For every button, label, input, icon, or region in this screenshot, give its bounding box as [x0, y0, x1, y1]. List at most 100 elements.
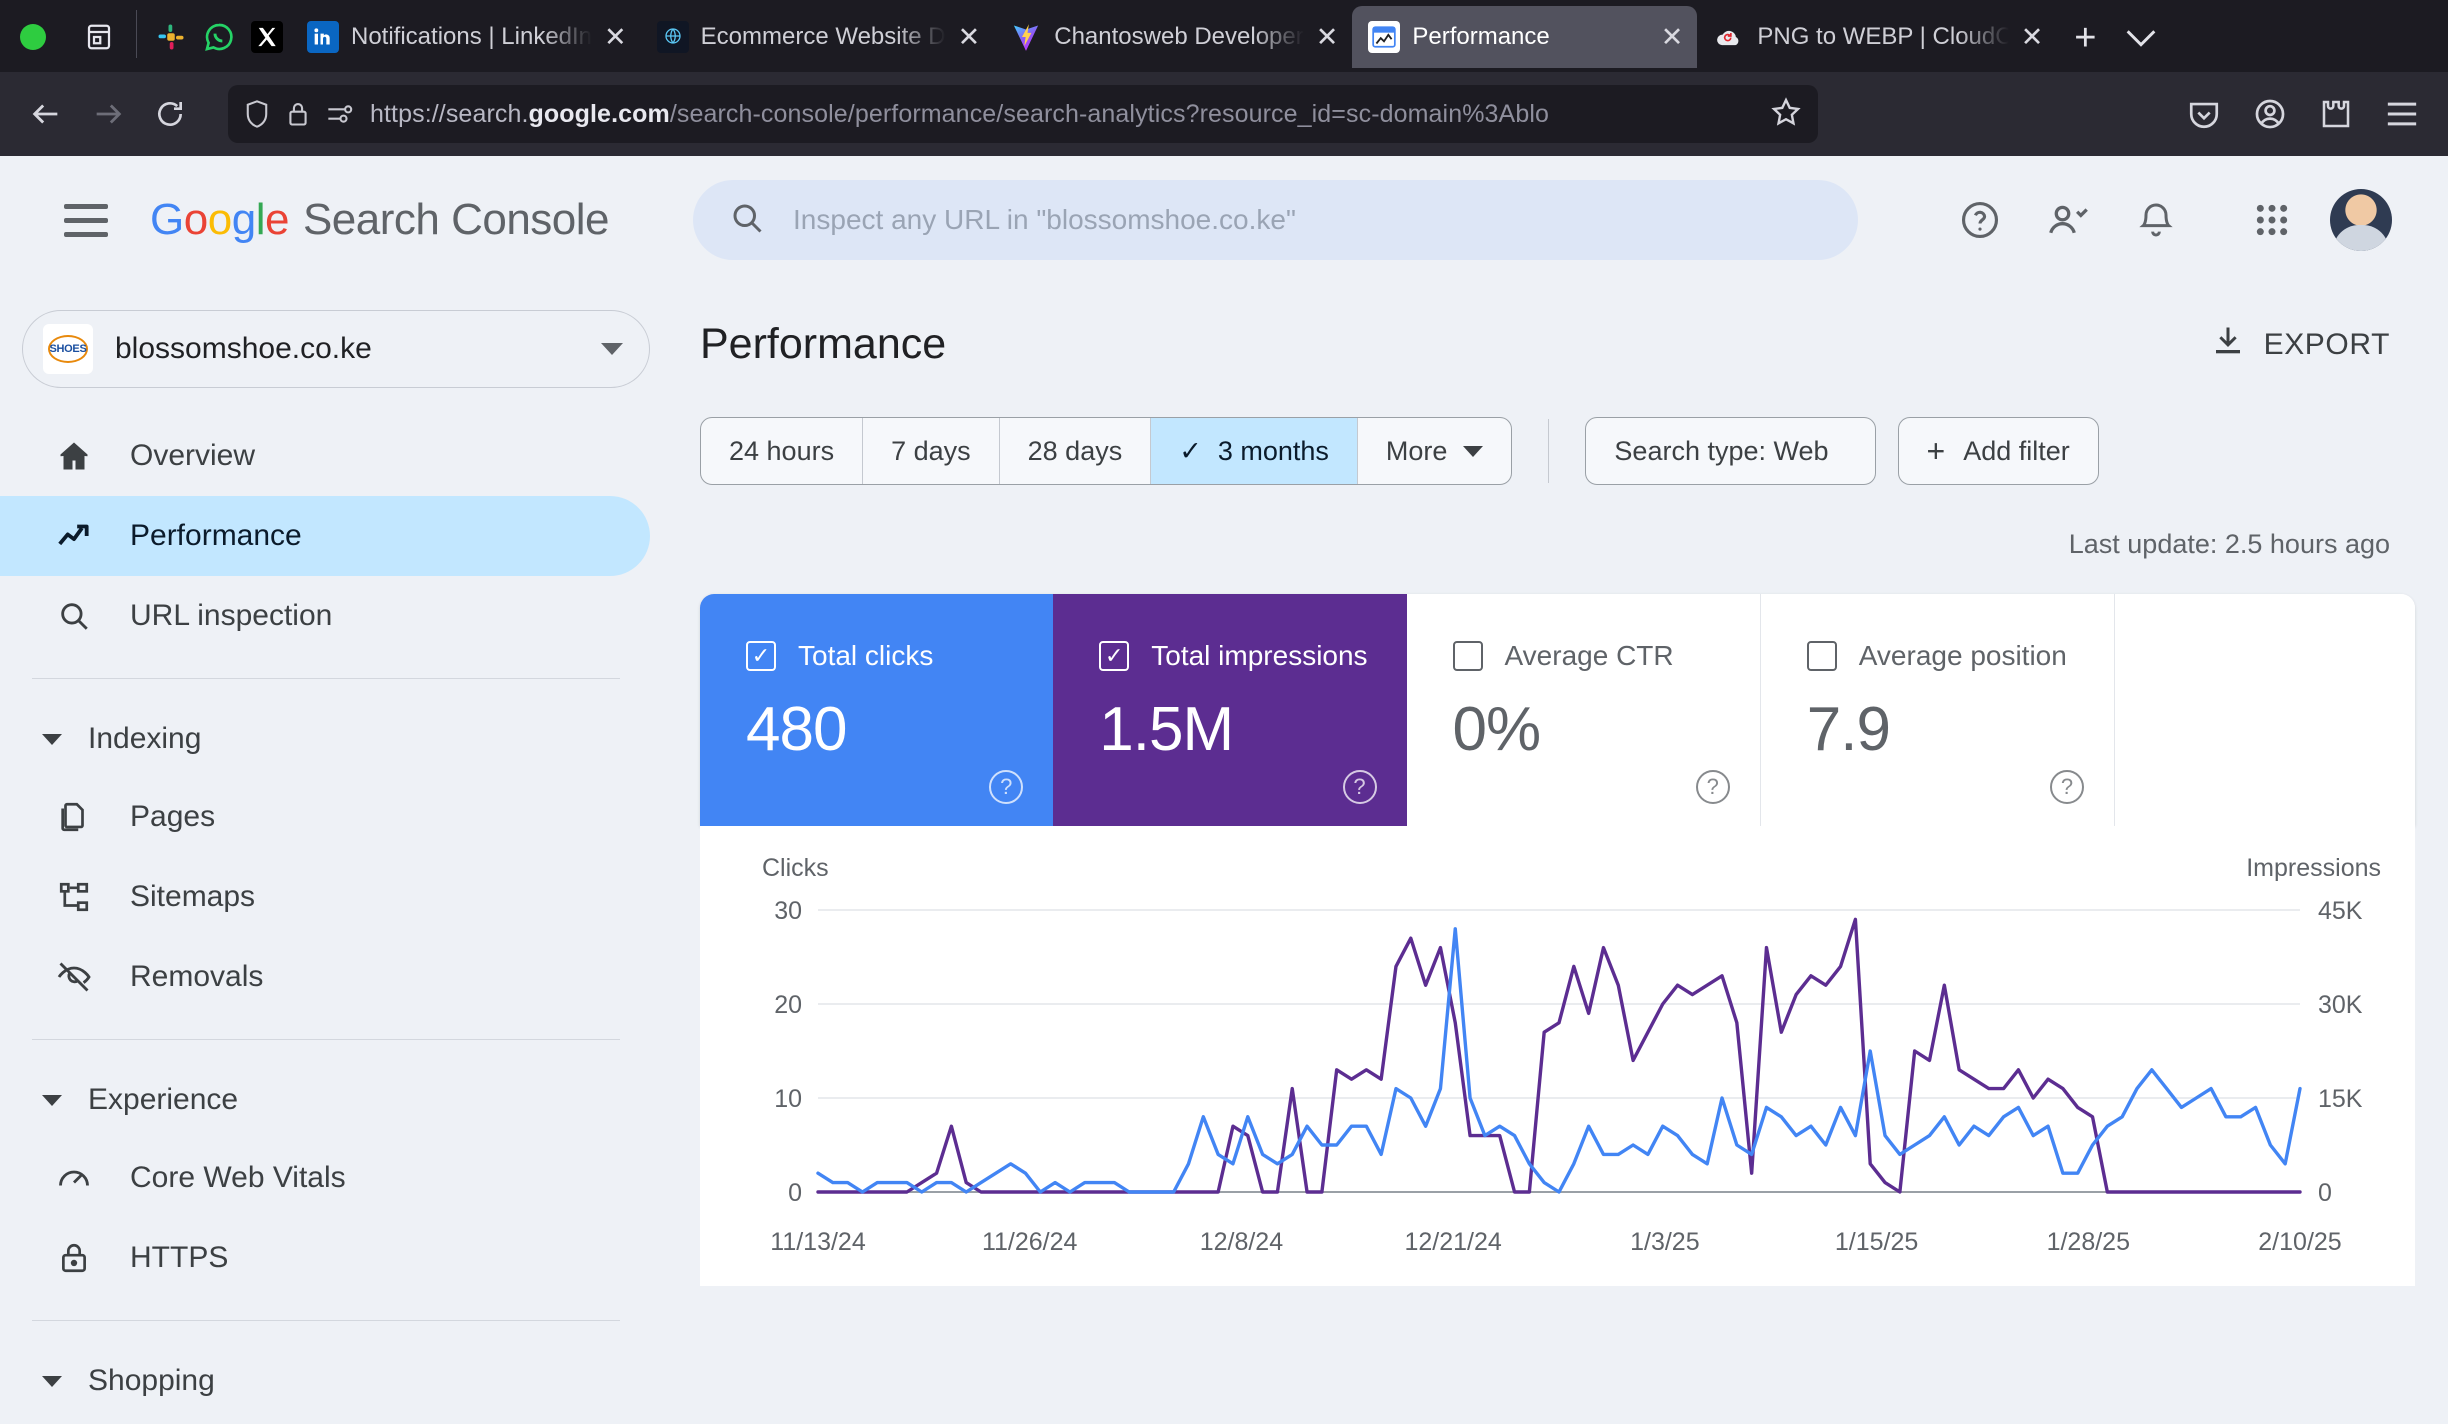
property-selector[interactable]: SHOES blossomshoe.co.ke [22, 310, 650, 388]
contacts-icon[interactable] [2038, 190, 2098, 250]
checkbox-checked-icon[interactable]: ✓ [746, 641, 776, 671]
chevron-down-icon[interactable] [2113, 10, 2169, 66]
back-arrow-icon[interactable] [18, 86, 74, 142]
triangle-down-icon [42, 1375, 62, 1387]
triangle-down-icon [42, 1094, 62, 1106]
performance-chart[interactable]: Clicks Impressions 0 10 20 30 0 15K 30K 45K 11/1… [700, 826, 2415, 1286]
svg-text:20: 20 [774, 991, 802, 1019]
property-logo-text: SHOES [49, 343, 87, 355]
tab-title: PNG to WEBP | CloudC [1757, 23, 2009, 50]
chip-24-hours[interactable]: 24 hours [701, 418, 864, 484]
tab-title: Notifications | LinkedIn [351, 23, 593, 50]
new-tab-button[interactable]: + [2057, 10, 2113, 66]
navigation-toolbar: https://search.google.com/search-console… [0, 72, 2448, 156]
tab-slack[interactable] [147, 6, 195, 68]
sidebar-item-removals[interactable]: Removals [0, 937, 672, 1017]
account-icon[interactable] [2242, 86, 2298, 142]
url-inspect-input[interactable]: Inspect any URL in "blossomshoe.co.ke" [693, 180, 1859, 260]
menu-hamburger-icon[interactable] [56, 190, 116, 250]
permissions-icon[interactable] [326, 102, 354, 126]
url-prefix: https://search. [370, 99, 529, 128]
chip-28-days[interactable]: 28 days [1000, 418, 1152, 484]
metric-card-average-ctr[interactable]: Average CTR 0% ? [1406, 594, 1761, 826]
firefox-view-icon[interactable] [72, 10, 126, 64]
header-actions [1950, 189, 2414, 251]
shield-icon[interactable] [244, 99, 270, 129]
whatsapp-icon [203, 21, 235, 53]
google-search-console-logo: Google Search Console [150, 195, 610, 245]
lock-icon[interactable] [286, 100, 310, 128]
chip-more[interactable]: More [1358, 418, 1512, 484]
svg-text:0: 0 [788, 1179, 802, 1207]
eye-off-icon [52, 959, 96, 995]
close-icon[interactable]: ✕ [1661, 23, 1684, 51]
close-icon[interactable]: ✕ [2021, 23, 2044, 51]
add-filter-button[interactable]: + Add filter [1897, 417, 2099, 485]
google-apps-grid-icon[interactable] [2242, 190, 2302, 250]
tab-ecommerce[interactable]: Ecommerce Website D ✕ [641, 6, 995, 68]
search-console-icon [1368, 21, 1401, 53]
metric-card-total-impressions[interactable]: ✓ Total impressions 1.5M ? [1053, 594, 1407, 826]
help-icon[interactable] [1950, 190, 2010, 250]
tab-cloudconvert[interactable]: PNG to WEBP | CloudC ✕ [1697, 6, 2057, 68]
help-icon[interactable]: ? [1342, 770, 1377, 804]
help-icon[interactable]: ? [989, 770, 1024, 804]
sidebar-item-overview[interactable]: Overview [0, 416, 672, 496]
extensions-icon[interactable] [2308, 86, 2364, 142]
chip-3-months[interactable]: ✓ 3 months [1151, 418, 1358, 484]
sidebar-item-label: Pages [130, 800, 216, 833]
sidebar-item-url-inspection[interactable]: URL inspection [0, 576, 672, 656]
export-button[interactable]: EXPORT [2210, 323, 2390, 367]
app-menu-icon[interactable] [2374, 86, 2430, 142]
sidebar-group-indexing[interactable]: Indexing [0, 701, 672, 777]
save-to-pocket-icon[interactable] [2176, 86, 2232, 142]
url-path: /search-console/performance/search-analy… [669, 99, 1549, 128]
window-traffic-light[interactable] [20, 24, 46, 50]
chevron-down-icon[interactable] [601, 343, 623, 355]
tab-title: Chantosweb Developer [1054, 23, 1304, 50]
help-icon[interactable]: ? [2050, 770, 2084, 804]
tab-title: Ecommerce Website D [700, 23, 946, 50]
sidebar-item-core-web-vitals[interactable]: Core Web Vitals [0, 1138, 672, 1218]
tab-performance[interactable]: Performance ✕ [1352, 6, 1698, 68]
help-icon[interactable]: ? [1695, 770, 1730, 804]
sidebar-group-experience[interactable]: Experience [0, 1062, 672, 1138]
sidebar-item-performance[interactable]: Performance [0, 496, 650, 576]
tab-whatsapp[interactable] [195, 6, 243, 68]
sidebar-item-sitemaps[interactable]: Sitemaps [0, 857, 672, 937]
metric-card-average-position[interactable]: Average position 7.9 ? [1760, 594, 2115, 826]
property-logo: SHOES [43, 324, 93, 374]
search-icon [52, 599, 96, 633]
url-bar[interactable]: https://search.google.com/search-console… [228, 85, 1818, 143]
chart-canvas: 0 10 20 30 0 15K 30K 45K 11/13/24 11/26/24 12/8/24… [770, 897, 2363, 1256]
bookmark-star-icon[interactable] [1770, 96, 1802, 133]
close-icon[interactable]: ✕ [604, 23, 627, 51]
forward-arrow-icon[interactable] [80, 86, 136, 142]
sidebar-item-label: Overview [130, 439, 256, 472]
close-icon[interactable]: ✕ [958, 23, 981, 51]
metric-cards-spacer [2115, 594, 2415, 826]
close-icon[interactable]: ✕ [1316, 23, 1339, 51]
reload-icon[interactable] [142, 86, 198, 142]
google-wordmark: Google [150, 195, 289, 244]
metric-card-total-clicks[interactable]: ✓ Total clicks 480 ? [700, 594, 1054, 826]
add-filter-label: Add filter [1963, 435, 2070, 466]
sidebar-item-label: URL inspection [130, 599, 333, 632]
sidebar-item-pages[interactable]: Pages [0, 777, 672, 857]
checkbox-unchecked-icon[interactable] [1452, 641, 1483, 671]
sitemap-icon [52, 880, 96, 914]
tab-chantosweb[interactable]: Chantosweb Developer ✕ [994, 6, 1352, 68]
search-type-label: Search type: Web [1614, 435, 1829, 466]
chip-7-days[interactable]: 7 days [863, 418, 1000, 484]
filter-row: 24 hours 7 days 28 days ✓ 3 months More … [682, 369, 2448, 485]
last-update-text: Last update: 2.5 hours ago [2068, 529, 2390, 559]
avatar[interactable] [2330, 189, 2392, 251]
tab-linkedin[interactable]: Notifications | LinkedIn ✕ [291, 6, 641, 68]
checkbox-checked-icon[interactable]: ✓ [1099, 641, 1130, 671]
tab-x-twitter[interactable] [243, 6, 291, 68]
sidebar-group-shopping[interactable]: Shopping [0, 1343, 672, 1419]
sidebar-item-https[interactable]: HTTPS [0, 1218, 672, 1298]
notifications-bell-icon[interactable] [2126, 190, 2186, 250]
search-type-filter[interactable]: Search type: Web [1585, 417, 1876, 485]
checkbox-unchecked-icon[interactable] [1806, 641, 1837, 671]
